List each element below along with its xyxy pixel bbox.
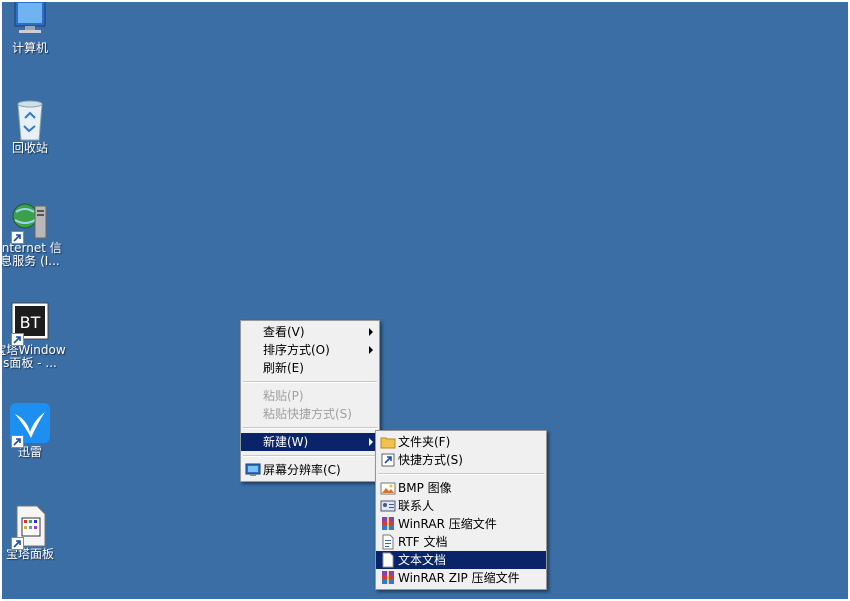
menu-item-new[interactable]: 新建(W) [241,433,379,451]
desktop-context-menu: 查看(V) 排序方式(O) 刷新(E) 粘贴(P) 粘贴快捷方式(S) 新建(W… [240,320,380,482]
computer-icon [7,2,53,42]
bmp-image-icon [380,480,396,496]
menu-item-paste[interactable]: 粘贴(P) [241,387,379,405]
menu-separator [243,427,377,429]
shortcut-icon [380,452,396,468]
desktop[interactable]: 计算机 回收站 Internet 信息服务 (I... BT 塔Windows面… [2,2,848,599]
menu-item-label: 文本文档 [398,553,447,567]
menu-item-label: 文件夹(F) [398,435,451,449]
menu-item-label: WinRAR 压缩文件 [398,517,497,531]
desktop-icon-bt-windows-panel[interactable]: BT 宝塔Windows面板 - ... [2,300,66,370]
submenu-arrow-icon [369,346,373,354]
submenu-item-contact[interactable]: 联系人 [376,497,546,515]
winrar-archive-icon [380,516,396,532]
submenu-item-bmp-image[interactable]: BMP 图像 [376,479,546,497]
menu-item-label: RTF 文档 [398,535,448,549]
menu-item-label: 新建(W) [263,435,309,449]
submenu-item-winrar-archive[interactable]: WinRAR 压缩文件 [376,515,546,533]
menu-item-paste-shortcut[interactable]: 粘贴快捷方式(S) [241,405,379,423]
folder-icon [380,434,396,450]
icon-label: 计算机 [11,41,48,55]
new-submenu: 文件夹(F) 快捷方式(S) BMP 图像 联系人 WinRAR 压缩文件 RT… [375,430,547,590]
submenu-item-winrar-zip-archive[interactable]: WinRAR ZIP 压缩文件 [376,569,546,587]
menu-separator [243,381,377,383]
icon-label: Internet 信息服务 (I... [2,241,62,268]
desktop-icon-computer[interactable]: 计算机 [2,2,66,55]
menu-item-label: 快捷方式(S) [398,453,463,467]
rtf-document-icon [380,534,396,550]
desktop-icon-iis[interactable]: Internet 信息服务 (I... [2,198,66,268]
menu-item-label: 粘贴(P) [263,389,304,403]
menu-item-label: 联系人 [398,499,435,513]
submenu-arrow-icon [369,328,373,336]
menu-item-label: 刷新(E) [263,361,304,375]
submenu-item-shortcut[interactable]: 快捷方式(S) [376,451,546,469]
menu-item-screen-resolution[interactable]: 屏幕分辨率(C) [241,461,379,479]
menu-separator [378,473,544,475]
shortcut-arrow-icon [11,333,24,346]
text-document-icon [380,552,396,568]
menu-item-label: 屏幕分辨率(C) [263,463,341,477]
svg-text:BT: BT [20,313,41,332]
submenu-item-rtf-document[interactable]: RTF 文档 [376,533,546,551]
menu-item-label: 查看(V) [263,325,305,339]
menu-item-view[interactable]: 查看(V) [241,323,379,341]
menu-item-sort-by[interactable]: 排序方式(O) [241,341,379,359]
menu-item-label: 排序方式(O) [263,343,330,357]
iis-manager-icon [7,198,53,244]
recycle-bin-icon [7,98,53,142]
xunlei-bird-icon [7,402,53,448]
shortcut-arrow-icon [11,537,24,550]
submenu-arrow-icon [369,438,373,446]
menu-item-label: WinRAR ZIP 压缩文件 [398,571,520,585]
contact-card-icon [380,498,396,514]
shortcut-arrow-icon [11,435,24,448]
desktop-icon-xunlei[interactable]: 迅雷 [2,402,66,459]
icon-label: 回收站 [11,141,48,155]
submenu-item-text-document[interactable]: 文本文档 [376,551,546,569]
menu-item-label: BMP 图像 [398,481,452,495]
menu-separator [243,455,377,457]
icon-label: 宝塔Windows面板 - ... [2,343,66,370]
bt-panel-icon: BT [7,300,53,346]
baota-panel-icon [7,504,53,550]
desktop-icon-recycle-bin[interactable]: 回收站 [2,98,66,155]
shortcut-arrow-icon [11,231,24,244]
submenu-item-folder[interactable]: 文件夹(F) [376,433,546,451]
menu-item-label: 粘贴快捷方式(S) [263,407,352,421]
monitor-icon [245,462,261,478]
menu-item-refresh[interactable]: 刷新(E) [241,359,379,377]
desktop-icon-baota-panel[interactable]: 宝塔面板 [2,504,66,561]
winrar-zip-archive-icon [380,570,396,586]
